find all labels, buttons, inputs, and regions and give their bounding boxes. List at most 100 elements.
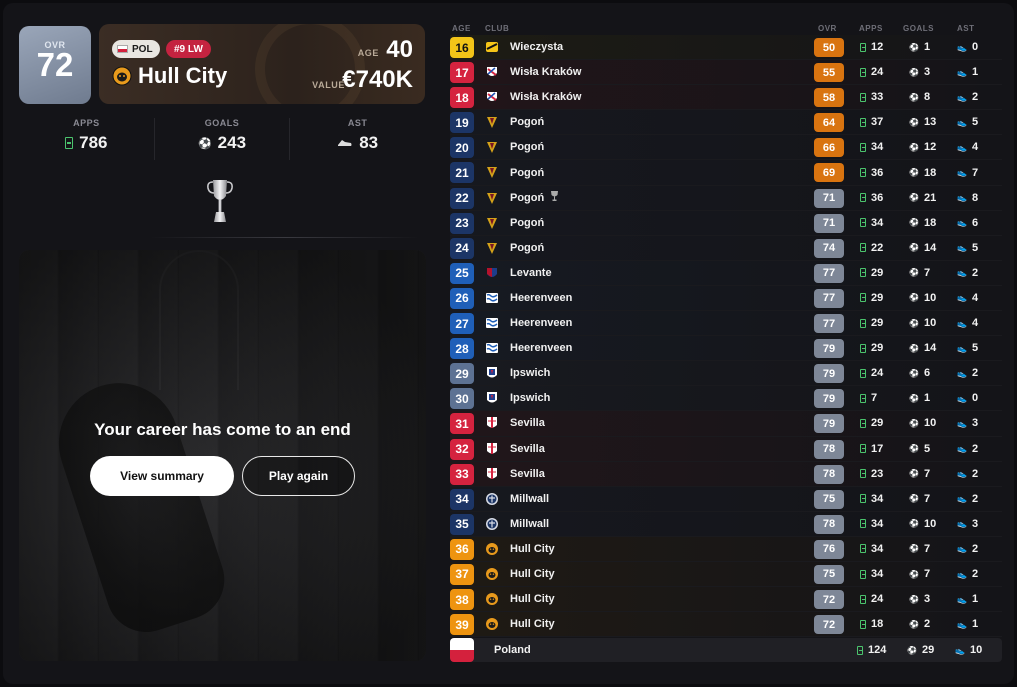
season-goals-value: 3: [923, 66, 931, 79]
season-ovr: 75: [814, 564, 844, 584]
season-club-name: Ipswich: [510, 367, 551, 380]
season-ovr: 64: [814, 113, 844, 133]
poland-flag-icon: [117, 45, 128, 53]
stat-value-wrap: ⚽ 243: [155, 133, 290, 153]
sevilla-crest-icon: [485, 467, 499, 481]
season-row[interactable]: 25 Levante 77 29 ⚽ 7 👟 2: [450, 260, 1002, 286]
season-row[interactable]: 31 Sevilla 79 29 ⚽ 10 👟 3: [450, 411, 1002, 437]
season-row[interactable]: 28 Heerenveen 79 29 ⚽ 14 👟 5: [450, 336, 1002, 362]
season-goals: ⚽ 3: [909, 593, 930, 605]
season-ast-value: 0: [971, 41, 979, 54]
play-again-button[interactable]: Play again: [242, 456, 355, 496]
season-club: Ipswich: [510, 392, 550, 404]
boot-icon: 👟: [957, 293, 967, 303]
season-table: 16 Wieczysta 50 12 ⚽ 1 👟 0 17 Wisła Kraków 55 24 ⚽ 3 👟…: [450, 35, 1002, 638]
season-row[interactable]: 29 Ipswich 79 24 ⚽ 6 👟 2: [450, 361, 1002, 387]
season-row[interactable]: 32 Sevilla 78 17 ⚽ 5 👟 2: [450, 436, 1002, 462]
season-club-name: Pogoń: [510, 216, 545, 229]
season-row[interactable]: 22 Pogoń 71 36 ⚽ 21 👟 8: [450, 185, 1002, 211]
season-ast-value: 1: [971, 593, 979, 606]
season-row[interactable]: 24 Pogoń 74 22 ⚽ 14 👟 5: [450, 235, 1002, 261]
pogon-crest-icon: [485, 216, 499, 230]
trophy-icon[interactable]: [205, 176, 235, 226]
season-club-name: Heerenveen: [510, 342, 573, 355]
season-apps: 34: [860, 493, 883, 505]
season-row[interactable]: 33 Sevilla 78 23 ⚽ 7 👟 2: [450, 461, 1002, 487]
apps-icon: [860, 268, 866, 278]
boot-icon: 👟: [957, 42, 967, 52]
apps-icon: [860, 117, 866, 127]
season-row[interactable]: 34 Millwall 75 34 ⚽ 7 👟 2: [450, 486, 1002, 512]
season-club: Heerenveen: [510, 317, 572, 329]
ball-icon: ⚽: [909, 193, 919, 203]
boot-icon: 👟: [957, 368, 967, 378]
header-goals: GOALS: [903, 24, 934, 33]
stat-value-wrap: 83: [290, 133, 425, 153]
season-assists: 👟 5: [957, 242, 978, 254]
season-row[interactable]: 20 Pogoń 66 34 ⚽ 12 👟 4: [450, 135, 1002, 161]
header-apps: APPS: [859, 24, 883, 33]
ball-icon: ⚽: [909, 569, 919, 579]
season-goals: ⚽ 12: [909, 141, 936, 153]
apps-icon: [860, 92, 866, 102]
season-goals-value: 3: [923, 593, 931, 606]
season-row[interactable]: 17 Wisła Kraków 55 24 ⚽ 3 👟 1: [450, 60, 1002, 86]
boot-icon: 👟: [957, 318, 967, 328]
position-badge: #9 LW: [166, 40, 211, 58]
nation-apps: 124: [857, 644, 886, 656]
season-goals-value: 7: [923, 467, 931, 480]
season-goals-value: 8: [923, 91, 931, 104]
season-assists: 👟 1: [957, 593, 978, 605]
season-row[interactable]: 39 Hull City 72 18 ⚽ 2 👟 1: [450, 612, 1002, 638]
stat-value: 243: [217, 133, 247, 152]
season-ovr: 71: [814, 188, 844, 208]
stat-label: GOALS: [204, 118, 240, 128]
career-stats: APPS 786 GOALS ⚽ 243 AST 83: [19, 118, 425, 160]
season-row[interactable]: 19 Pogoń 64 37 ⚽ 13 👟 5: [450, 110, 1002, 136]
season-apps-value: 7: [871, 392, 878, 405]
season-ovr: 50: [814, 38, 844, 57]
season-row[interactable]: 30 Ipswich 79 7 ⚽ 1 👟 0: [450, 386, 1002, 412]
boot-icon: 👟: [957, 168, 967, 178]
season-apps: 33: [860, 91, 883, 103]
pogon-crest-icon: [485, 165, 499, 179]
market-value: €740K: [342, 66, 413, 93]
apps-icon: [65, 137, 74, 149]
season-age: 20: [450, 137, 474, 159]
season-apps-value: 29: [871, 317, 884, 330]
season-age: 35: [450, 513, 474, 535]
ball-icon: ⚽: [909, 418, 919, 428]
season-ast-value: 7: [971, 166, 979, 179]
season-assists: 👟 2: [957, 267, 978, 279]
ovr-card: OVR 72: [19, 26, 91, 104]
season-row[interactable]: 26 Heerenveen 77 29 ⚽ 10 👟 4: [450, 285, 1002, 312]
apps-icon: [860, 569, 866, 579]
season-row[interactable]: 36 Hull City 76 34 ⚽ 7 👟 2: [450, 536, 1002, 562]
ipswich-crest-icon: [485, 391, 499, 405]
season-row[interactable]: 18 Wisła Kraków 58 33 ⚽ 8 👟 2: [450, 85, 1002, 111]
ball-icon: ⚽: [909, 92, 919, 102]
nationality-text: POL: [132, 43, 153, 55]
season-club-name: Millwall: [510, 517, 550, 530]
view-summary-button[interactable]: View summary: [90, 456, 234, 496]
season-club: Sevilla: [510, 417, 545, 429]
season-row[interactable]: 37 Hull City 75 34 ⚽ 7 👟 2: [450, 561, 1002, 588]
season-club-name: Millwall: [510, 492, 550, 505]
season-row[interactable]: 21 Pogoń 69 36 ⚽ 18 👟 7: [450, 160, 1002, 186]
sevilla-crest-icon: [485, 442, 499, 456]
season-row[interactable]: 16 Wieczysta 50 12 ⚽ 1 👟 0: [450, 35, 1002, 61]
season-goals: ⚽ 8: [909, 91, 930, 103]
career-end-title: Your career has come to an end: [94, 420, 351, 439]
season-apps: 12: [860, 41, 883, 53]
season-row[interactable]: 38 Hull City 72 24 ⚽ 3 👟 1: [450, 587, 1002, 613]
season-row[interactable]: 27 Heerenveen 77 29 ⚽ 10 👟 4: [450, 311, 1002, 337]
ipswich-crest-icon: [485, 366, 499, 380]
season-age: 25: [450, 262, 474, 284]
season-row[interactable]: 35 Millwall 78 34 ⚽ 10 👟 3: [450, 511, 1002, 537]
season-age: 39: [450, 614, 474, 636]
apps-icon: [860, 494, 866, 504]
season-row[interactable]: 23 Pogoń 71 34 ⚽ 18 👟 6: [450, 210, 1002, 236]
season-goals-value: 2: [923, 618, 931, 631]
national-team-row[interactable]: Poland 124 ⚽ 29 👟 10: [450, 638, 1002, 662]
season-goals-value: 18: [923, 166, 937, 179]
